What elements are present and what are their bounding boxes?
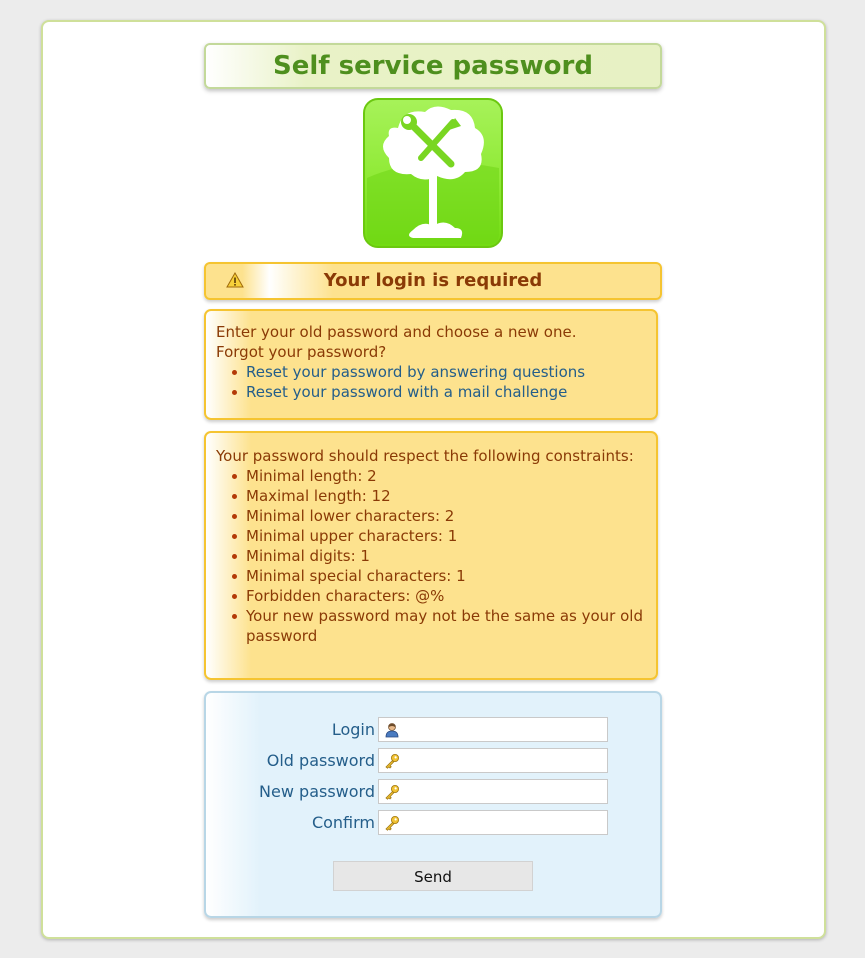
reset-links-list: Reset your password by answering questio… [216, 362, 646, 402]
warning-banner: Your login is required [204, 262, 662, 300]
policy-item: Minimal special characters: 1 [232, 566, 646, 586]
policy-item: Forbidden characters: @% [232, 586, 646, 606]
new-password-input[interactable] [405, 782, 607, 803]
policy-item: Minimal digits: 1 [232, 546, 646, 566]
login-row: Login [206, 717, 660, 743]
confirm-field[interactable] [378, 810, 608, 835]
change-password-form: Login Old password New password Confirm … [204, 691, 662, 918]
confirm-row: Confirm [206, 810, 660, 836]
login-field[interactable] [378, 717, 608, 742]
policy-list: Minimal length: 2 Maximal length: 12 Min… [216, 466, 646, 646]
old-password-input[interactable] [405, 751, 607, 772]
send-button[interactable]: Send [333, 861, 533, 891]
new-password-label: New password [259, 782, 375, 801]
login-input[interactable] [405, 720, 607, 741]
forgot-password-text: Forgot your password? [216, 343, 387, 361]
policy-item: Maximal length: 12 [232, 486, 646, 506]
list-item: Reset your password with a mail challeng… [232, 382, 646, 402]
reset-by-mail-link[interactable]: Reset your password with a mail challeng… [246, 383, 567, 401]
new-password-field[interactable] [378, 779, 608, 804]
confirm-input[interactable] [405, 813, 607, 834]
reset-by-questions-link[interactable]: Reset your password by answering questio… [246, 363, 585, 381]
policy-heading: Your password should respect the followi… [216, 447, 634, 465]
password-policy-box: Your password should respect the followi… [204, 431, 658, 680]
old-password-field[interactable] [378, 748, 608, 773]
key-icon [385, 754, 399, 769]
intro-box: Enter your old password and choose a new… [204, 309, 658, 420]
key-icon [385, 816, 399, 831]
warning-text: Your login is required [323, 270, 543, 291]
new-password-row: New password [206, 779, 660, 805]
page-title: Self service password [204, 43, 662, 89]
old-password-label: Old password [266, 751, 375, 770]
user-icon [385, 723, 399, 738]
policy-item: Minimal lower characters: 2 [232, 506, 646, 526]
policy-item: Minimal upper characters: 1 [232, 526, 646, 546]
list-item: Reset your password by answering questio… [232, 362, 646, 382]
intro-text: Enter your old password and choose a new… [216, 323, 577, 341]
login-label: Login [331, 720, 375, 739]
key-icon [385, 785, 399, 800]
old-password-row: Old password [206, 748, 660, 774]
warning-icon [226, 272, 244, 288]
policy-item: Minimal length: 2 [232, 466, 646, 486]
policy-item: Your new password may not be the same as… [232, 606, 646, 646]
confirm-label: Confirm [311, 813, 375, 832]
tree-wrench-logo [363, 98, 503, 248]
